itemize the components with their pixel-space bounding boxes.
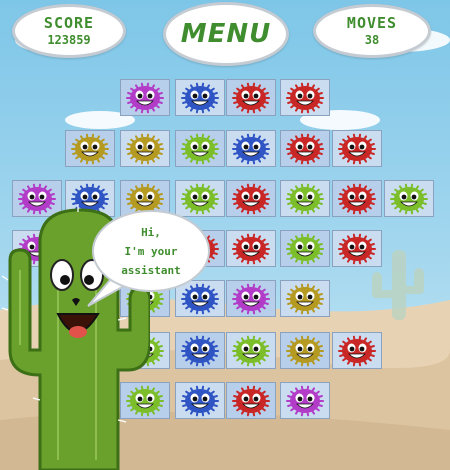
blue-fuzzy-creature-icon — [181, 82, 219, 113]
red-fuzzy-creature-icon — [338, 233, 376, 264]
bubble-line-1: Hi, — [141, 225, 161, 239]
blue-fuzzy-creature-icon — [181, 335, 219, 366]
red-fuzzy-creature-icon — [232, 385, 270, 416]
green-fuzzy-creature-icon — [286, 183, 324, 214]
red-fuzzy-creature-icon — [232, 183, 270, 214]
board-cell[interactable] — [332, 332, 382, 369]
olive-fuzzy-creature-icon — [286, 335, 324, 366]
red-fuzzy-creature-icon — [338, 335, 376, 366]
board-cell[interactable] — [175, 180, 225, 217]
red-fuzzy-creature-icon — [338, 183, 376, 214]
red-fuzzy-creature-icon — [232, 233, 270, 264]
board-cell[interactable] — [280, 332, 330, 369]
bubble-line-3: assistant — [121, 263, 181, 277]
board-cell[interactable] — [226, 130, 276, 167]
board-cell[interactable] — [65, 130, 115, 167]
blue-fuzzy-creature-icon — [181, 283, 219, 314]
green-fuzzy-creature-icon — [181, 133, 219, 164]
green-fuzzy-creature-icon — [232, 335, 270, 366]
moves-panel: MOVES 38 — [313, 4, 431, 58]
red-fuzzy-creature-icon — [338, 133, 376, 164]
olive-fuzzy-creature-icon — [126, 133, 164, 164]
board-cell[interactable] — [280, 130, 330, 167]
purple-fuzzy-creature-icon — [232, 283, 270, 314]
board-cell[interactable] — [175, 382, 225, 419]
score-panel: SCORE 123859 — [12, 4, 126, 58]
board-cell[interactable] — [226, 180, 276, 217]
score-value: 123859 — [47, 32, 91, 47]
red-fuzzy-creature-icon — [232, 82, 270, 113]
blue-fuzzy-creature-icon — [181, 385, 219, 416]
board-cell[interactable] — [384, 180, 434, 217]
green-fuzzy-creature-icon — [286, 233, 324, 264]
board-cell[interactable] — [120, 79, 170, 116]
board-cell[interactable] — [226, 280, 276, 317]
board-cell[interactable] — [332, 180, 382, 217]
board-cell[interactable] — [120, 130, 170, 167]
bubble-line-2: I'm your — [124, 244, 178, 258]
moves-value: 38 — [364, 32, 380, 47]
olive-fuzzy-creature-icon — [286, 283, 324, 314]
red-fuzzy-creature-icon — [286, 82, 324, 113]
moves-label: MOVES — [346, 13, 398, 32]
menu-button[interactable]: MENU — [163, 2, 289, 66]
board-cell[interactable] — [226, 332, 276, 369]
assistant-speech-bubble: Hi, I'm your assistant — [92, 210, 210, 292]
olive-fuzzy-creature-icon — [71, 133, 109, 164]
board-cell[interactable] — [280, 180, 330, 217]
green-fuzzy-creature-icon — [181, 183, 219, 214]
board-cell[interactable] — [175, 332, 225, 369]
menu-label: MENU — [180, 19, 272, 49]
game-scene: SCORE 123859 MENU MOVES 38 Hi, I'm your … — [0, 0, 450, 470]
green-fuzzy-creature-icon — [390, 183, 428, 214]
board-cell[interactable] — [226, 230, 276, 267]
board-cell[interactable] — [332, 230, 382, 267]
board-cell[interactable] — [280, 280, 330, 317]
board-cell[interactable] — [280, 230, 330, 267]
board-cell[interactable] — [226, 79, 276, 116]
board-cell[interactable] — [332, 130, 382, 167]
red-fuzzy-creature-icon — [286, 133, 324, 164]
board-cell[interactable] — [226, 382, 276, 419]
board-cell[interactable] — [175, 79, 225, 116]
blue-fuzzy-creature-icon — [232, 133, 270, 164]
board-cell[interactable] — [175, 130, 225, 167]
purple-fuzzy-creature-icon — [286, 385, 324, 416]
board-cell[interactable] — [280, 79, 330, 116]
purple-fuzzy-creature-icon — [126, 82, 164, 113]
score-label: SCORE — [43, 13, 95, 32]
board-cell[interactable] — [280, 382, 330, 419]
